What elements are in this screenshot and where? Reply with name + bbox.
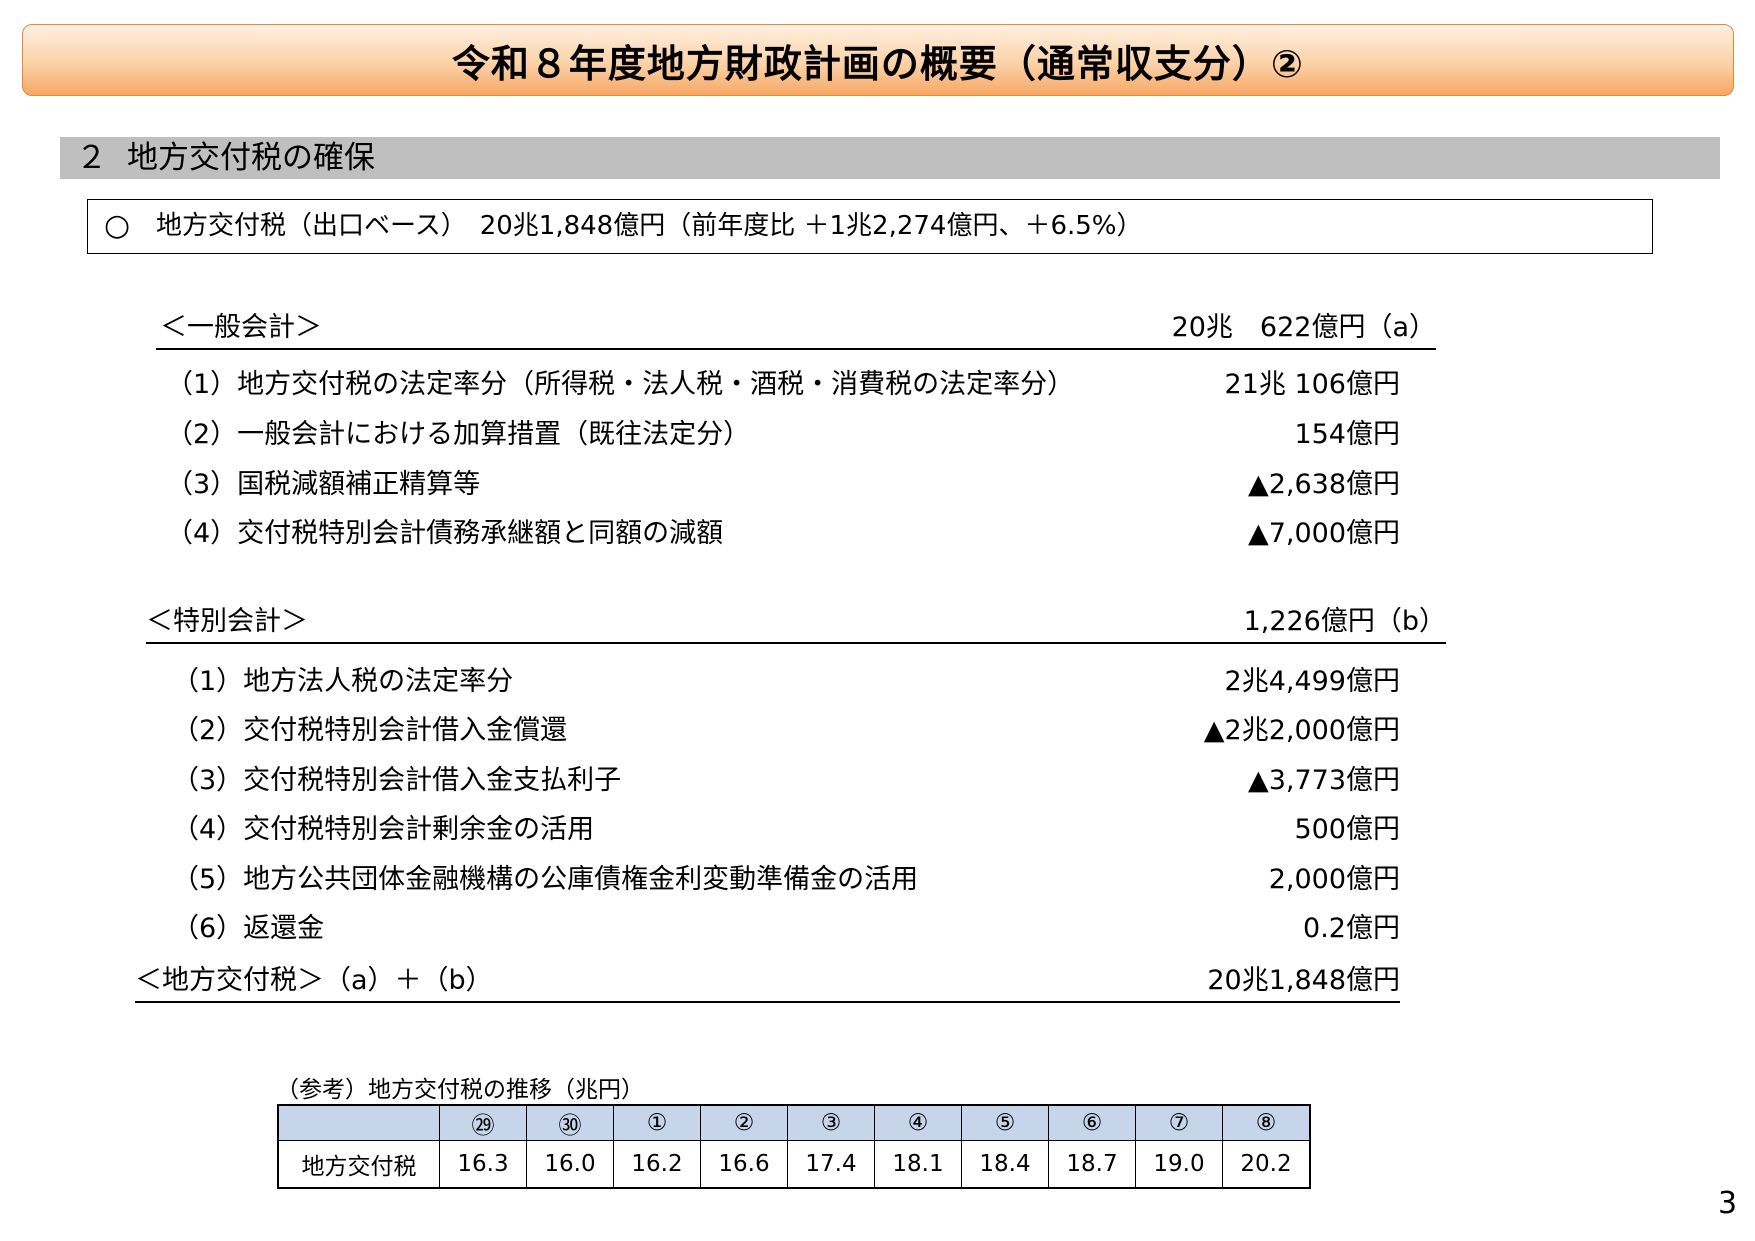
special-account-amount: 1,226億円（b） bbox=[1243, 606, 1446, 637]
total-amount: 20兆1,848億円 bbox=[1207, 965, 1400, 996]
summary-box: ○ 地方交付税（出口ベース） 20兆1,848億円（前年度比 ＋1兆2,274億… bbox=[87, 199, 1653, 254]
table-value-cell: 17.4 bbox=[787, 1140, 875, 1189]
special-account-heading: ＜特別会計＞ bbox=[146, 606, 308, 637]
general-item-amount: ▲2,638億円 bbox=[1247, 469, 1400, 500]
reference-table: ㉙ ㉚ ① ② ③ ④ ⑤ ⑥ ⑦ ⑧ 地方交付税 16.3 16.0 16.2… bbox=[277, 1104, 1311, 1189]
table-year-header: ⑤ bbox=[961, 1104, 1049, 1141]
special-item-amount: 500億円 bbox=[1294, 814, 1400, 845]
table-year-header: ㉚ bbox=[526, 1104, 614, 1141]
special-item-amount: 0.2億円 bbox=[1303, 913, 1400, 944]
general-item-amount: 21兆 106億円 bbox=[1224, 369, 1400, 400]
general-item-label: （4）交付税特別会計債務承継額と同額の減額 bbox=[166, 518, 724, 549]
special-item-amount: 2兆4,499億円 bbox=[1224, 666, 1400, 697]
table-year-header: ① bbox=[613, 1104, 701, 1141]
page-title: 令和８年度地方財政計画の概要（通常収支分）② bbox=[22, 24, 1734, 96]
table-value-cell: 16.3 bbox=[439, 1140, 527, 1189]
table-value-cell: 18.7 bbox=[1048, 1140, 1136, 1189]
general-item-amount: 154億円 bbox=[1294, 419, 1400, 450]
general-item-amount: ▲7,000億円 bbox=[1247, 518, 1400, 549]
table-value-cell: 16.0 bbox=[526, 1140, 614, 1189]
table-value-cell: 16.6 bbox=[700, 1140, 788, 1189]
general-item-label: （1）地方交付税の法定率分（所得税・法人税・酒税・消費税の法定率分） bbox=[166, 369, 1075, 400]
general-item-label: （3）国税減額補正精算等 bbox=[166, 469, 481, 500]
table-row-label: 地方交付税 bbox=[277, 1140, 440, 1189]
reference-caption: （参考）地方交付税の推移（兆円） bbox=[276, 1077, 644, 1103]
special-item-label: （4）交付税特別会計剰余金の活用 bbox=[172, 814, 595, 845]
table-value-cell: 18.1 bbox=[874, 1140, 962, 1189]
page-number: 3 bbox=[1718, 1186, 1738, 1221]
general-account-heading-row: ＜一般会計＞ 20兆 622億円（a） bbox=[156, 308, 1436, 350]
table-value-cell: 16.2 bbox=[613, 1140, 701, 1189]
summary-text: 地方交付税（出口ベース） 20兆1,848億円（前年度比 ＋1兆2,274億円、… bbox=[156, 211, 1143, 241]
general-item-label: （2）一般会計における加算措置（既往法定分） bbox=[166, 419, 751, 450]
special-item-label: （3）交付税特別会計借入金支払利子 bbox=[172, 765, 622, 796]
special-account-heading-row: ＜特別会計＞ 1,226億円（b） bbox=[146, 602, 1446, 644]
special-item-amount: ▲2兆2,000億円 bbox=[1203, 715, 1400, 746]
table-value-cell: 19.0 bbox=[1135, 1140, 1223, 1189]
section-title: 地方交付税の確保 bbox=[127, 140, 375, 176]
general-account-amount: 20兆 622億円（a） bbox=[1171, 312, 1436, 343]
special-item-label: （1）地方法人税の法定率分 bbox=[172, 666, 514, 697]
table-year-header: ㉙ bbox=[439, 1104, 527, 1141]
table-value-cell: 18.4 bbox=[961, 1140, 1049, 1189]
table-year-header: ③ bbox=[787, 1104, 875, 1141]
table-corner-cell bbox=[277, 1104, 440, 1141]
special-item-label: （2）交付税特別会計借入金償還 bbox=[172, 715, 568, 746]
special-item-amount: 2,000億円 bbox=[1268, 864, 1400, 895]
table-year-header: ⑦ bbox=[1135, 1104, 1223, 1141]
table-year-header: ④ bbox=[874, 1104, 962, 1141]
table-value-cell: 20.2 bbox=[1222, 1140, 1311, 1189]
special-item-label: （6）返還金 bbox=[172, 913, 325, 944]
section-number: ２ bbox=[76, 140, 107, 176]
table-year-header: ② bbox=[700, 1104, 788, 1141]
total-row: ＜地方交付税＞（a）＋（b） 20兆1,848億円 bbox=[135, 961, 1400, 1003]
table-year-header: ⑥ bbox=[1048, 1104, 1136, 1141]
general-account-heading: ＜一般会計＞ bbox=[160, 312, 322, 343]
section-header: ２ 地方交付税の確保 bbox=[60, 137, 1720, 179]
total-label: ＜地方交付税＞（a）＋（b） bbox=[135, 965, 493, 996]
special-item-amount: ▲3,773億円 bbox=[1247, 765, 1400, 796]
table-year-header: ⑧ bbox=[1222, 1104, 1311, 1141]
bullet-circle-icon: ○ bbox=[104, 208, 131, 243]
special-item-label: （5）地方公共団体金融機構の公庫債権金利変動準備金の活用 bbox=[172, 864, 919, 895]
